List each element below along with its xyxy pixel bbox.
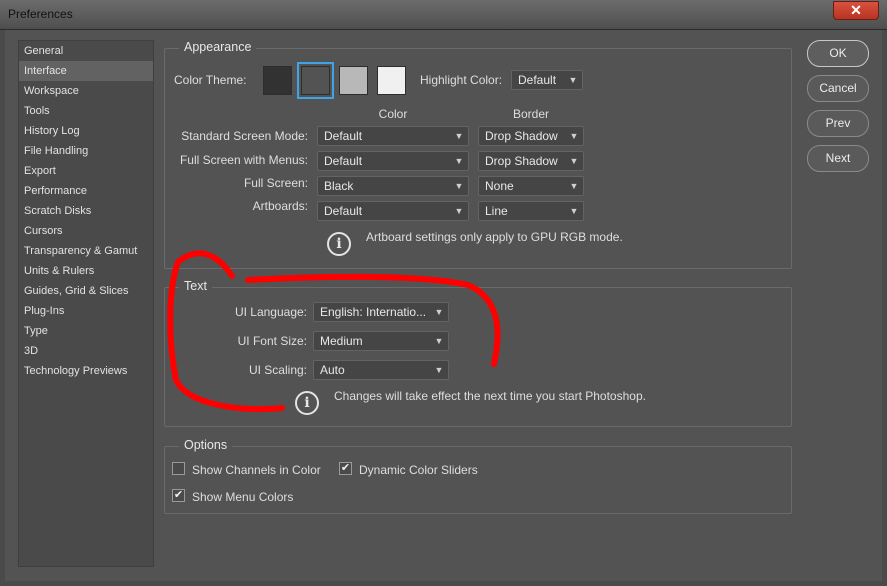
chevron-down-icon: ▼: [569, 131, 579, 141]
ui-language-value: English: Internatio...: [320, 305, 427, 319]
show-channels-in-color-label[interactable]: Show Channels in Color: [192, 463, 321, 477]
ok-button[interactable]: OK: [807, 40, 869, 67]
ui-scaling-value: Auto: [320, 363, 345, 377]
ui-font-size-value: Medium: [320, 334, 363, 348]
full-screen-with-menus-border-select[interactable]: Drop Shadow ▼: [478, 151, 584, 171]
theme-swatch-darkest[interactable]: [263, 66, 292, 95]
checkmark-icon: ✔: [173, 489, 184, 501]
color-theme-label: Color Theme:: [174, 73, 247, 87]
full-screen-with-menus-label: Full Screen with Menus:: [179, 153, 308, 167]
artboards-color-value: Default: [324, 204, 363, 218]
standard-screen-mode-border-value: Drop Shadow: [485, 129, 558, 143]
artboards-border-value: Line: [485, 204, 508, 218]
ui-scaling-select[interactable]: Auto ▼: [313, 360, 449, 380]
column-header-border: Border: [512, 107, 550, 121]
theme-swatch-light[interactable]: [377, 66, 406, 95]
sidebar-item-file-handling[interactable]: File Handling: [19, 141, 153, 161]
theme-swatch-dark[interactable]: [297, 62, 334, 99]
window-title: Preferences: [8, 7, 73, 21]
sidebar-item-cursors[interactable]: Cursors: [19, 221, 153, 241]
standard-screen-mode-color-value: Default: [324, 129, 363, 143]
show-channels-in-color-checkbox[interactable]: [172, 462, 185, 475]
close-button[interactable]: ✕: [833, 1, 879, 20]
chevron-down-icon: ▼: [434, 365, 444, 375]
options-legend: Options: [179, 438, 233, 452]
theme-swatch-medium[interactable]: [339, 66, 368, 95]
sidebar-item-guides-grid-slices[interactable]: Guides, Grid & Slices: [19, 281, 153, 301]
sidebar: General Interface Workspace Tools Histor…: [18, 40, 154, 567]
sidebar-item-interface[interactable]: Interface: [19, 61, 153, 81]
sidebar-item-performance[interactable]: Performance: [19, 181, 153, 201]
column-header-color: Color: [378, 107, 408, 121]
full-screen-label: Full Screen:: [243, 176, 308, 190]
full-screen-color-select[interactable]: Black ▼: [317, 176, 469, 196]
ui-font-size-label: UI Font Size:: [237, 334, 307, 348]
show-menu-colors-checkbox[interactable]: ✔: [172, 489, 185, 502]
chevron-down-icon: ▼: [454, 156, 464, 166]
title-bar: Preferences ✕: [0, 0, 887, 30]
chevron-down-icon: ▼: [454, 181, 464, 191]
text-legend: Text: [179, 279, 212, 293]
full-screen-border-select[interactable]: None ▼: [478, 176, 584, 196]
sidebar-item-transparency-gamut[interactable]: Transparency & Gamut: [19, 241, 153, 261]
artboard-note: Artboard settings only apply to GPU RGB …: [366, 230, 623, 244]
ui-scaling-label: UI Scaling:: [248, 363, 307, 377]
sidebar-item-units-rulers[interactable]: Units & Rulers: [19, 261, 153, 281]
sidebar-item-history-log[interactable]: History Log: [19, 121, 153, 141]
sidebar-item-3d[interactable]: 3D: [19, 341, 153, 361]
highlight-color-select[interactable]: Default ▼: [511, 70, 583, 90]
prev-button[interactable]: Prev: [807, 110, 869, 137]
sidebar-item-tools[interactable]: Tools: [19, 101, 153, 121]
info-icon: i: [295, 391, 319, 415]
highlight-color-label: Highlight Color:: [420, 73, 503, 87]
full-screen-with-menus-color-value: Default: [324, 154, 363, 168]
sidebar-item-type[interactable]: Type: [19, 321, 153, 341]
ui-language-label: UI Language:: [234, 305, 307, 319]
sidebar-item-technology-previews[interactable]: Technology Previews: [19, 361, 153, 381]
artboards-color-select[interactable]: Default ▼: [317, 201, 469, 221]
artboards-border-select[interactable]: Line ▼: [478, 201, 584, 221]
ui-font-size-select[interactable]: Medium ▼: [313, 331, 449, 351]
dynamic-color-sliders-label[interactable]: Dynamic Color Sliders: [359, 463, 478, 477]
chevron-down-icon: ▼: [569, 156, 579, 166]
full-screen-color-value: Black: [324, 179, 354, 193]
chevron-down-icon: ▼: [434, 336, 444, 346]
standard-screen-mode-color-select[interactable]: Default ▼: [317, 126, 469, 146]
sidebar-item-workspace[interactable]: Workspace: [19, 81, 153, 101]
chevron-down-icon: ▼: [569, 206, 579, 216]
show-menu-colors-label[interactable]: Show Menu Colors: [192, 490, 293, 504]
info-icon: i: [327, 232, 351, 256]
standard-screen-mode-border-select[interactable]: Drop Shadow ▼: [478, 126, 584, 146]
cancel-button[interactable]: Cancel: [807, 75, 869, 102]
full-screen-with-menus-border-value: Drop Shadow: [485, 154, 558, 168]
sidebar-item-plug-ins[interactable]: Plug-Ins: [19, 301, 153, 321]
full-screen-with-menus-color-select[interactable]: Default ▼: [317, 151, 469, 171]
sidebar-item-export[interactable]: Export: [19, 161, 153, 181]
chevron-down-icon: ▼: [569, 181, 579, 191]
chevron-down-icon: ▼: [568, 75, 578, 85]
checkmark-icon: ✔: [340, 462, 351, 474]
restart-note: Changes will take effect the next time y…: [334, 389, 646, 403]
sidebar-item-scratch-disks[interactable]: Scratch Disks: [19, 201, 153, 221]
dynamic-color-sliders-checkbox[interactable]: ✔: [339, 462, 352, 475]
standard-screen-mode-label: Standard Screen Mode:: [181, 129, 308, 143]
next-button[interactable]: Next: [807, 145, 869, 172]
chevron-down-icon: ▼: [454, 206, 464, 216]
artboards-label: Artboards:: [252, 199, 308, 213]
chevron-down-icon: ▼: [434, 307, 444, 317]
ui-language-select[interactable]: English: Internatio... ▼: [313, 302, 449, 322]
sidebar-item-general[interactable]: General: [19, 41, 153, 61]
full-screen-border-value: None: [485, 179, 514, 193]
appearance-legend: Appearance: [179, 40, 257, 54]
chevron-down-icon: ▼: [454, 131, 464, 141]
highlight-color-value: Default: [518, 73, 557, 87]
